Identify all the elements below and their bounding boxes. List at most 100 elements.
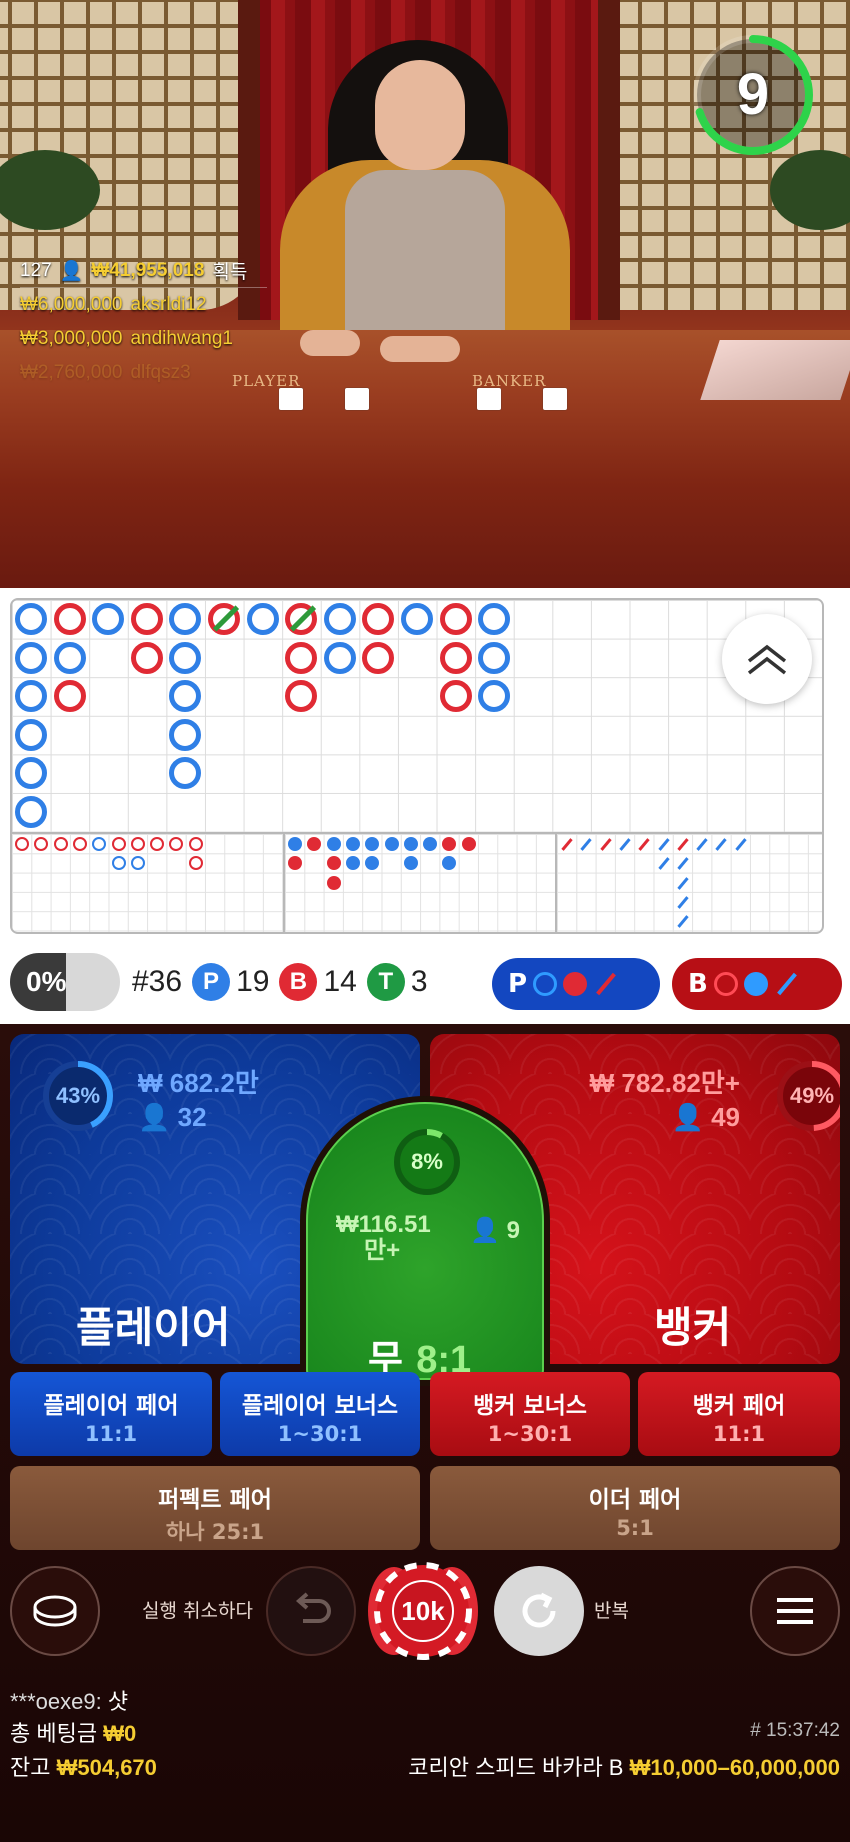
small-road-marker xyxy=(326,875,341,890)
cockroach-marker xyxy=(657,857,670,871)
small-road-marker xyxy=(442,837,457,851)
cockroach-marker xyxy=(619,838,631,851)
big-eye-marker xyxy=(150,837,165,851)
small-road xyxy=(283,832,555,932)
player-bettors-row: 👤 32 xyxy=(138,1100,259,1134)
banker-bettors: 49 xyxy=(711,1102,740,1132)
solid-circle-icon xyxy=(563,972,588,996)
winners-panel: 127 👤 ₩41,955,018 획득 ₩6,000,000 aksrldi1… xyxy=(20,254,268,390)
side-bet-odds: 1~30:1 xyxy=(487,1422,573,1446)
small-road-marker xyxy=(365,837,380,851)
banker-win-marker xyxy=(53,680,86,713)
chip-value: 10k xyxy=(401,1596,445,1626)
decor-pillar xyxy=(598,0,620,320)
tie-currency: ₩ xyxy=(336,1211,359,1238)
small-road-marker xyxy=(403,837,418,851)
player-count: 19 xyxy=(236,965,270,998)
winner-name: andihwang1 xyxy=(130,328,233,349)
winners-total: ₩41,955,018 xyxy=(91,259,205,281)
timer-value: 9 xyxy=(736,62,770,127)
lobby-button[interactable] xyxy=(10,1566,100,1656)
banker-win-marker xyxy=(439,680,472,713)
side-bet-odds: 5:1 xyxy=(616,1516,654,1540)
side-bet-title: 이더 페어 xyxy=(588,1487,682,1513)
banker-win-marker xyxy=(285,641,318,674)
big-eye-marker xyxy=(15,837,29,851)
double-chevron-up-icon xyxy=(747,644,787,675)
menu-button[interactable] xyxy=(750,1566,840,1656)
cockroach-marker xyxy=(735,838,747,851)
big-eye-marker xyxy=(34,837,49,851)
cockroach-marker xyxy=(599,838,612,851)
player-pair-bet[interactable]: 플레이어 페어 11:1 xyxy=(10,1372,212,1456)
side-bet-title: 플레이어 보너스 xyxy=(241,1393,399,1419)
balance: 잔고 ₩504,670 xyxy=(10,1750,157,1782)
tie-slash-mark xyxy=(212,605,240,632)
small-road-marker xyxy=(461,837,476,851)
big-eye-marker xyxy=(53,837,68,851)
player-win-marker xyxy=(401,603,433,635)
side-bet-odds: 11:1 xyxy=(84,1422,138,1446)
side-bet-odds: 하나 25:1 xyxy=(165,1520,265,1544)
player-bonus-bet[interactable]: 플레이어 보너스 1~30:1 xyxy=(220,1372,420,1456)
player-win-marker xyxy=(15,680,47,713)
tie-slash-mark xyxy=(290,605,317,632)
undo-icon xyxy=(295,1592,331,1623)
tie-bettors-row: 👤 9 xyxy=(470,1214,520,1248)
dealer-hand xyxy=(380,336,460,362)
tie-bet-surface: 8% ₩116.51 만+ 👤 9 무 8:1 xyxy=(306,1102,544,1381)
big-eye-marker xyxy=(188,856,203,871)
big-eye-marker xyxy=(72,837,87,851)
player-predict-button[interactable]: P xyxy=(492,958,660,1010)
banker-win-marker xyxy=(285,603,318,635)
chip-stack-icon xyxy=(33,1595,77,1627)
undo-label: 실행 취소하다 xyxy=(142,1600,253,1622)
banker-bonus-bet[interactable]: 뱅커 보너스 1~30:1 xyxy=(430,1372,630,1456)
big-eye-marker xyxy=(111,837,126,851)
banker-count: 14 xyxy=(323,965,357,998)
player-dot: P xyxy=(192,963,231,1001)
banker-bettors-row: 👤 49 xyxy=(580,1100,740,1134)
cockroach-marker xyxy=(657,838,670,851)
either-pair-bet[interactable]: 이더 페어 5:1 xyxy=(430,1466,840,1550)
chip-selector[interactable]: 10k xyxy=(364,1562,482,1660)
card xyxy=(477,388,501,410)
scoreboard xyxy=(10,598,824,934)
win-percent-toggle[interactable]: 0% xyxy=(10,953,120,1011)
player-win-marker xyxy=(246,603,279,635)
small-road-marker xyxy=(365,856,380,871)
banker-predict-button[interactable]: B xyxy=(672,958,842,1010)
round-time: # 15:37:42 xyxy=(750,1720,840,1741)
roadmap-panel[interactable]: 0% #36 P 19 B 14 T 3 P B xyxy=(0,588,850,1024)
card xyxy=(543,388,567,410)
winners-suffix: 획득 xyxy=(212,262,248,283)
person-icon: 👤 xyxy=(671,1102,704,1132)
tie-bet-spot[interactable]: 8% ₩116.51 만+ 👤 9 무 8:1 xyxy=(300,1096,550,1386)
tie-percent: 8% xyxy=(411,1149,443,1174)
banker-win-marker xyxy=(130,641,163,674)
cockroach-marker xyxy=(580,838,592,851)
player-win-marker xyxy=(323,603,356,635)
table-limits: ₩10,000–60,000,000 xyxy=(629,1755,840,1780)
undo-button[interactable] xyxy=(266,1566,356,1656)
total-bet-value: ₩0 xyxy=(103,1721,137,1746)
perfect-pair-bet[interactable]: 퍼펙트 페어 하나 25:1 xyxy=(10,1466,420,1550)
winner-row: ₩3,000,000 andihwang1 xyxy=(20,322,267,356)
expand-roadmap-button[interactable] xyxy=(722,614,812,704)
banker-win-marker xyxy=(439,603,472,635)
banker-pair-bet[interactable]: 뱅커 페어 11:1 xyxy=(638,1372,840,1456)
small-road-marker xyxy=(345,856,360,871)
repeat-button[interactable] xyxy=(494,1566,584,1656)
winner-amount: ₩2,760,000 xyxy=(20,362,123,383)
player-win-marker xyxy=(478,603,511,635)
banker-label: 뱅커 xyxy=(654,1303,732,1352)
side-bet-title: 뱅커 페어 xyxy=(692,1393,786,1419)
small-road-marker xyxy=(403,856,418,871)
person-icon: 👤 xyxy=(470,1217,500,1244)
banker-total: ₩ 782.82만+ xyxy=(589,1068,740,1098)
winner-amount: ₩6,000,000 xyxy=(20,294,123,315)
cockroach-marker xyxy=(677,876,689,890)
chat-message: ***oexe9: 샷 xyxy=(10,1684,128,1716)
cockroach-marker xyxy=(677,896,689,909)
card xyxy=(345,388,369,410)
